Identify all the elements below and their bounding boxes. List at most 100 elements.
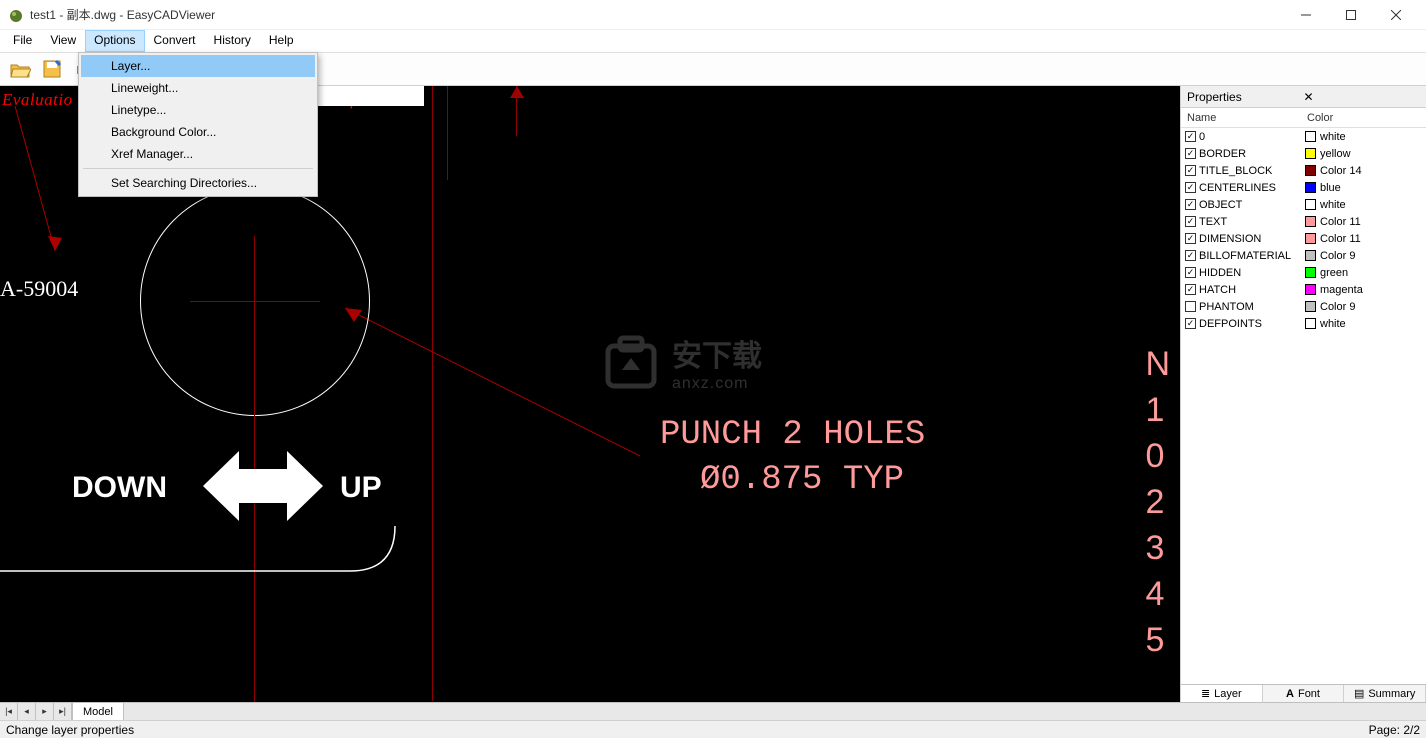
color-label: Color 9 bbox=[1320, 301, 1355, 313]
color-label: Color 9 bbox=[1320, 250, 1355, 262]
options-linetype[interactable]: Linetype... bbox=[81, 99, 315, 121]
maximize-button[interactable] bbox=[1328, 1, 1373, 29]
white-block bbox=[318, 86, 424, 106]
side-5: 5 bbox=[1145, 617, 1170, 663]
sheet-tabs: |◂ ◂ ▸ ▸| Model bbox=[0, 702, 1426, 720]
summary-icon: ▤ bbox=[1354, 687, 1364, 700]
layer-row[interactable]: ✓TITLE_BLOCKColor 14 bbox=[1181, 162, 1426, 179]
layer-checkbox[interactable] bbox=[1185, 301, 1196, 312]
options-layer[interactable]: Layer... bbox=[81, 55, 315, 77]
layer-row[interactable]: PHANTOM Color 9 bbox=[1181, 298, 1426, 315]
color-label: yellow bbox=[1320, 148, 1351, 160]
titlebar: test1 - 副本.dwg - EasyCADViewer bbox=[0, 0, 1426, 30]
color-label: Color 11 bbox=[1320, 216, 1361, 228]
border-curve bbox=[0, 526, 400, 606]
layer-checkbox[interactable]: ✓ bbox=[1185, 250, 1196, 261]
tab-summary-label: Summary bbox=[1368, 688, 1415, 700]
layer-checkbox[interactable]: ✓ bbox=[1185, 131, 1196, 142]
tab-font[interactable]: A Font bbox=[1263, 685, 1345, 702]
color-swatch bbox=[1305, 131, 1316, 142]
layer-row[interactable]: ✓BILLOFMATERIAL Color 9 bbox=[1181, 247, 1426, 264]
layer-name: TITLE_BLOCK bbox=[1199, 165, 1272, 177]
properties-rows: ✓0white✓BORDERyellow✓TITLE_BLOCKColor 14… bbox=[1181, 128, 1426, 332]
menu-options[interactable]: Options bbox=[85, 30, 144, 52]
properties-title-text: Properties bbox=[1187, 90, 1304, 104]
layer-checkbox[interactable]: ✓ bbox=[1185, 267, 1196, 278]
color-swatch bbox=[1305, 301, 1316, 312]
color-swatch bbox=[1305, 318, 1316, 329]
layer-name: BILLOFMATERIAL bbox=[1199, 250, 1291, 262]
color-label: white bbox=[1320, 199, 1346, 211]
options-xref[interactable]: Xref Manager... bbox=[81, 143, 315, 165]
side-n: N bbox=[1145, 341, 1170, 387]
properties-tabs: ≣ Layer A Font ▤ Summary bbox=[1181, 684, 1426, 702]
layer-row[interactable]: ✓CENTERLINESblue bbox=[1181, 179, 1426, 196]
tab-layer[interactable]: ≣ Layer bbox=[1181, 685, 1263, 702]
punch-text: PUNCH 2 HOLES bbox=[660, 416, 925, 454]
layer-row[interactable]: ✓BORDER yellow bbox=[1181, 145, 1426, 162]
side-1: 1 bbox=[1145, 387, 1170, 433]
close-button[interactable] bbox=[1373, 1, 1418, 29]
layer-row[interactable]: ✓HIDDENgreen bbox=[1181, 264, 1426, 281]
layer-checkbox[interactable]: ✓ bbox=[1185, 216, 1196, 227]
open-button[interactable] bbox=[6, 55, 34, 83]
properties-close-icon[interactable]: ✕ bbox=[1304, 90, 1421, 104]
side-0: 0 bbox=[1145, 433, 1170, 479]
layer-row[interactable]: ✓HATCH magenta bbox=[1181, 281, 1426, 298]
options-searchdir[interactable]: Set Searching Directories... bbox=[81, 172, 315, 194]
statusbar: Change layer properties Page: 2/2 bbox=[0, 720, 1426, 738]
layer-name: BORDER bbox=[1199, 148, 1246, 160]
layer-checkbox[interactable]: ✓ bbox=[1185, 165, 1196, 176]
layer-checkbox[interactable]: ✓ bbox=[1185, 318, 1196, 329]
watermark: 安下载 anxz.com bbox=[600, 331, 762, 393]
options-lineweight[interactable]: Lineweight... bbox=[81, 77, 315, 99]
nav-first[interactable]: |◂ bbox=[0, 703, 18, 720]
nav-next[interactable]: ▸ bbox=[36, 703, 54, 720]
menu-convert[interactable]: Convert bbox=[145, 30, 205, 52]
save-button[interactable] bbox=[38, 55, 66, 83]
properties-panel: Properties ✕ Name Color ✓0white✓BORDERye… bbox=[1180, 86, 1426, 702]
options-dropdown: Layer... Lineweight... Linetype... Backg… bbox=[78, 52, 318, 197]
hdr-color[interactable]: Color bbox=[1301, 112, 1426, 124]
centerline-h bbox=[190, 301, 320, 302]
menu-view[interactable]: View bbox=[41, 30, 85, 52]
layer-name: HATCH bbox=[1199, 284, 1236, 296]
nav-prev[interactable]: ◂ bbox=[18, 703, 36, 720]
properties-title: Properties ✕ bbox=[1181, 86, 1426, 108]
nav-last[interactable]: ▸| bbox=[54, 703, 72, 720]
side-3: 3 bbox=[1145, 525, 1170, 571]
font-icon: A bbox=[1286, 688, 1294, 700]
layer-row[interactable]: ✓OBJECT white bbox=[1181, 196, 1426, 213]
sheet-tab-model[interactable]: Model bbox=[73, 703, 124, 720]
menu-history[interactable]: History bbox=[205, 30, 260, 52]
double-arrow-icon bbox=[203, 441, 323, 531]
color-swatch bbox=[1305, 250, 1316, 261]
layer-checkbox[interactable]: ✓ bbox=[1185, 284, 1196, 295]
layer-name: OBJECT bbox=[1199, 199, 1242, 211]
menu-separator bbox=[83, 168, 313, 169]
color-label: magenta bbox=[1320, 284, 1363, 296]
layer-checkbox[interactable]: ✓ bbox=[1185, 182, 1196, 193]
menu-file[interactable]: File bbox=[4, 30, 41, 52]
options-bgcolor[interactable]: Background Color... bbox=[81, 121, 315, 143]
status-page: Page: 2/2 bbox=[1369, 723, 1420, 737]
layer-checkbox[interactable]: ✓ bbox=[1185, 148, 1196, 159]
window-title: test1 - 副本.dwg - EasyCADViewer bbox=[30, 6, 1283, 23]
menubar: File View Options Convert History Help bbox=[0, 30, 1426, 52]
hdr-name[interactable]: Name bbox=[1181, 112, 1301, 124]
layer-row[interactable]: ✓TEXTColor 11 bbox=[1181, 213, 1426, 230]
layer-name: DEFPOINTS bbox=[1199, 318, 1262, 330]
window-controls bbox=[1283, 1, 1418, 29]
layer-row[interactable]: ✓DIMENSIONColor 11 bbox=[1181, 230, 1426, 247]
tab-font-label: Font bbox=[1298, 688, 1320, 700]
layer-checkbox[interactable]: ✓ bbox=[1185, 199, 1196, 210]
menu-help[interactable]: Help bbox=[260, 30, 303, 52]
layer-row[interactable]: ✓DEFPOINTSwhite bbox=[1181, 315, 1426, 332]
layer-name: PHANTOM bbox=[1199, 301, 1254, 313]
watermark-text: 安下载 bbox=[672, 331, 762, 375]
color-label: white bbox=[1320, 131, 1346, 143]
tab-summary[interactable]: ▤ Summary bbox=[1344, 685, 1426, 702]
minimize-button[interactable] bbox=[1283, 1, 1328, 29]
layer-checkbox[interactable]: ✓ bbox=[1185, 233, 1196, 244]
layer-row[interactable]: ✓0white bbox=[1181, 128, 1426, 145]
